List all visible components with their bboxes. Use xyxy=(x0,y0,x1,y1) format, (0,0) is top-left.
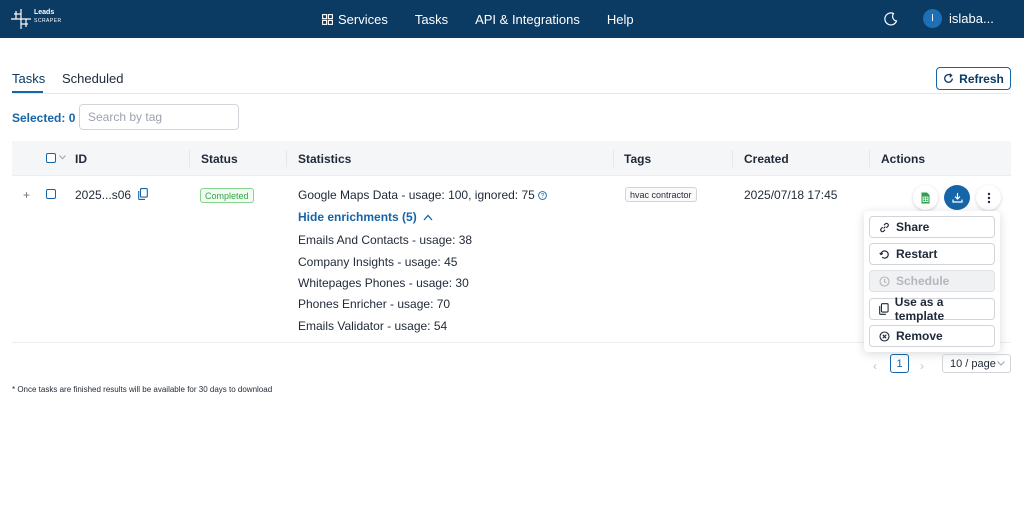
tab-bar: Tasks Scheduled xyxy=(12,62,1011,94)
menu-item-use-as-template-label: Use as a template xyxy=(894,295,945,323)
chevron-down-icon[interactable] xyxy=(59,155,66,160)
menu-item-remove-label: Remove xyxy=(896,329,943,343)
restart-icon xyxy=(879,249,889,259)
logo-subtitle: SCRAPER xyxy=(34,18,62,24)
logo-title: Leads xyxy=(34,9,55,16)
select-all-checkbox[interactable] xyxy=(46,153,56,163)
column-header-status: Status xyxy=(201,152,238,166)
active-tab-indicator xyxy=(12,91,43,93)
nav-api-label: API & Integrations xyxy=(475,11,580,27)
menu-item-restart-label: Restart xyxy=(896,247,938,261)
spreadsheet-icon xyxy=(921,192,930,203)
page-size-value: 10 / page xyxy=(950,357,996,370)
question-icon[interactable]: ? xyxy=(537,191,547,200)
more-vertical-icon xyxy=(987,192,990,203)
user-menu[interactable]: I islaba... xyxy=(923,9,994,28)
column-header-id: ID xyxy=(75,152,87,166)
chevron-up-icon xyxy=(423,214,433,220)
page-size-select[interactable]: 10 / page xyxy=(942,354,1011,373)
nav-links: Services Tasks API & Integrations Help xyxy=(322,0,661,38)
nav-help-label: Help xyxy=(606,11,634,27)
copy-id-icon[interactable] xyxy=(138,188,148,203)
chevron-down-icon xyxy=(997,361,1005,366)
refresh-icon xyxy=(944,73,954,83)
enrichment-item: Emails Validator - usage: 54 xyxy=(298,319,448,333)
column-divider xyxy=(189,150,190,167)
moon-icon xyxy=(884,12,898,26)
row-checkbox[interactable] xyxy=(46,189,56,199)
nav-tasks[interactable]: Tasks xyxy=(415,12,448,27)
enrichment-item: Phones Enricher - usage: 70 xyxy=(298,297,451,311)
previous-page-button[interactable]: ‹ xyxy=(873,359,877,373)
tab-tasks[interactable]: Tasks xyxy=(12,71,45,86)
remove-icon xyxy=(879,330,890,342)
next-page-button[interactable]: › xyxy=(920,359,924,373)
search-input[interactable]: Search by tag xyxy=(79,104,239,130)
table-header: ID Status Statistics Tags Created Action… xyxy=(12,141,1011,176)
menu-item-share[interactable]: Share xyxy=(869,216,995,238)
link-icon xyxy=(880,222,889,232)
dark-mode-toggle[interactable] xyxy=(884,12,898,26)
menu-item-schedule-label: Schedule xyxy=(896,274,950,288)
created-date: 2025/07/18 17:45 xyxy=(744,188,838,202)
column-divider xyxy=(732,150,733,167)
nav-services-label: Services xyxy=(338,11,388,27)
actions-dropdown-menu: Share Restart Schedule Use as a template… xyxy=(864,211,1000,352)
column-header-actions: Actions xyxy=(881,152,926,166)
download-button[interactable] xyxy=(944,185,970,210)
column-header-created: Created xyxy=(744,152,789,166)
enrichment-item: Company Insights - usage: 45 xyxy=(298,255,458,269)
download-icon xyxy=(951,193,963,203)
avatar: I xyxy=(923,9,942,28)
hide-enrichments-toggle[interactable]: Hide enrichments (5) xyxy=(298,210,433,224)
logo[interactable]: Leads SCRAPER xyxy=(10,6,62,32)
enrichment-item: Emails And Contacts - usage: 38 xyxy=(298,233,473,247)
column-divider xyxy=(613,150,614,167)
column-header-tags: Tags xyxy=(624,152,652,166)
selected-count: Selected: 0 xyxy=(12,111,76,125)
tag-badge: hvac contractor xyxy=(625,187,697,202)
status-badge: Completed xyxy=(200,188,254,203)
statistics-main: Google Maps Data - usage: 100, ignored: … xyxy=(298,188,547,202)
menu-item-remove[interactable]: Remove xyxy=(869,325,995,347)
task-id: 2025...s06 xyxy=(75,188,132,202)
refresh-button[interactable]: Refresh xyxy=(936,67,1011,90)
refresh-label: Refresh xyxy=(959,71,1004,86)
hide-enrichments-label: Hide enrichments (5) xyxy=(298,210,417,224)
top-navbar: Leads SCRAPER Services Tasks API & Integ… xyxy=(0,0,1024,38)
column-header-statistics: Statistics xyxy=(298,152,352,166)
tab-scheduled[interactable]: Scheduled xyxy=(62,71,123,86)
logo-icon xyxy=(11,9,31,29)
copy-icon xyxy=(879,303,889,315)
more-actions-button[interactable] xyxy=(976,185,1001,210)
grid-icon xyxy=(322,13,333,25)
statistics-main-text: Google Maps Data - usage: 100, ignored: … xyxy=(298,188,535,202)
nav-services[interactable]: Services xyxy=(322,12,388,27)
nav-help[interactable]: Help xyxy=(607,12,634,27)
menu-item-share-label: Share xyxy=(896,220,930,234)
clock-icon xyxy=(879,275,890,287)
expand-row-button[interactable]: + xyxy=(23,188,30,202)
column-divider xyxy=(869,150,870,167)
menu-item-restart[interactable]: Restart xyxy=(869,243,995,265)
username: islaba... xyxy=(949,11,994,26)
export-spreadsheet-button[interactable] xyxy=(913,185,938,210)
footnote: * Once tasks are finished results will b… xyxy=(12,385,273,394)
nav-tasks-label: Tasks xyxy=(414,11,449,27)
menu-item-use-as-template[interactable]: Use as a template xyxy=(869,295,995,323)
column-divider xyxy=(286,150,287,167)
menu-item-schedule: Schedule xyxy=(869,270,995,292)
nav-api-integrations[interactable]: API & Integrations xyxy=(475,12,580,27)
enrichment-item: Whitepages Phones - usage: 30 xyxy=(298,276,469,290)
page-number-button[interactable]: 1 xyxy=(890,354,909,373)
